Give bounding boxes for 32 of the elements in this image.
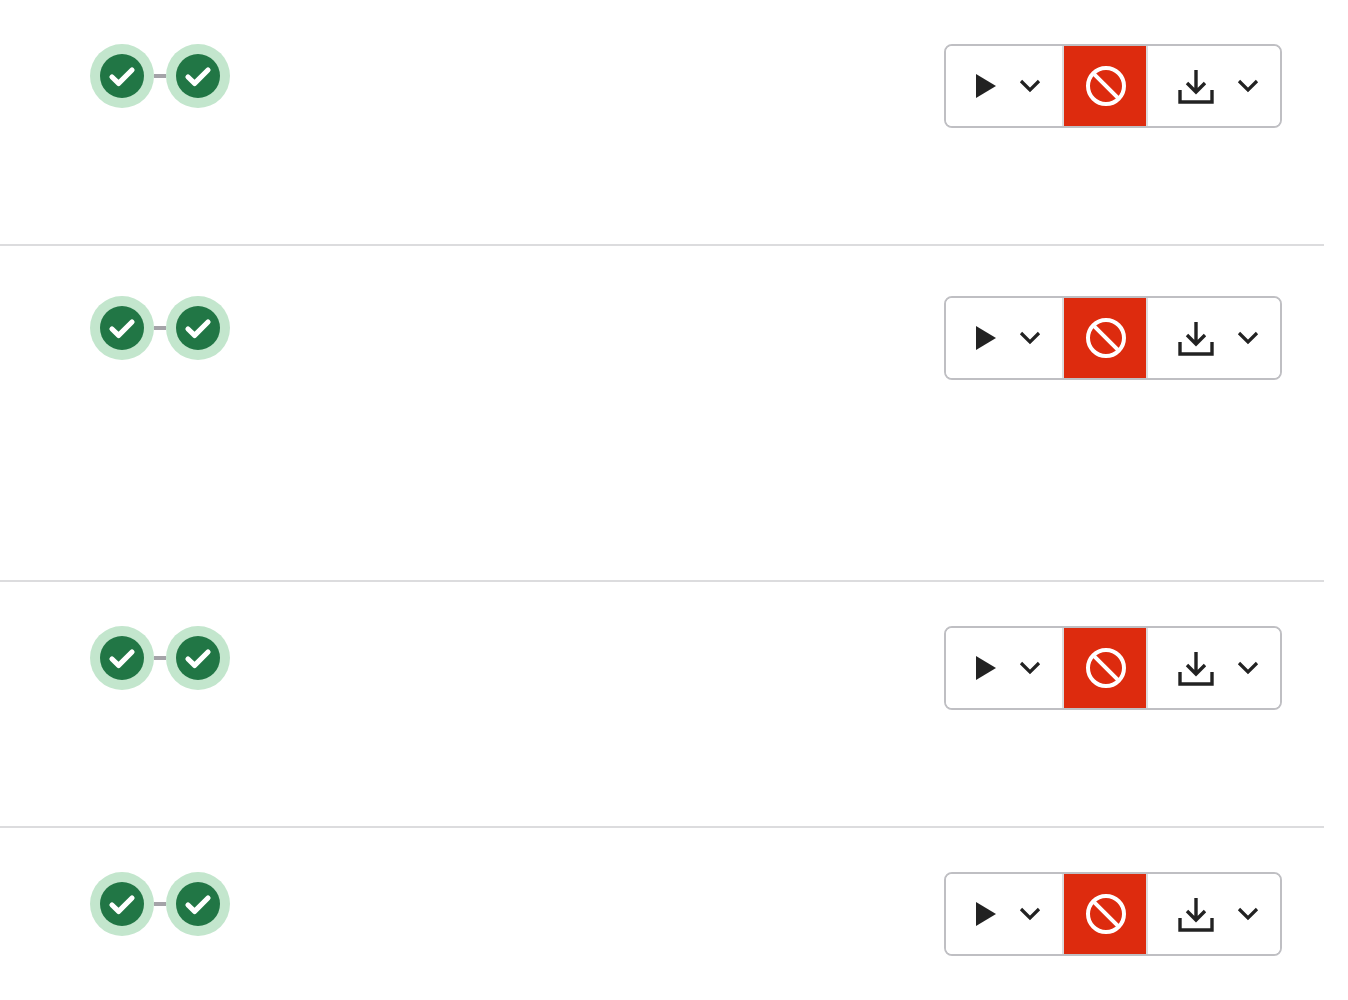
stage-connector (154, 902, 166, 906)
cancel-button[interactable] (1064, 298, 1148, 378)
check-status-icon[interactable] (166, 626, 230, 690)
stage-connector (154, 656, 166, 660)
cancel-button[interactable] (1064, 46, 1148, 126)
cancel-button[interactable] (1064, 628, 1148, 708)
play-icon (974, 324, 998, 352)
cancel-icon (1083, 646, 1127, 690)
play-icon (974, 900, 998, 928)
cancel-icon (1083, 64, 1127, 108)
play-button[interactable] (946, 298, 1064, 378)
cancel-icon (1083, 316, 1127, 360)
check-status-icon[interactable] (166, 872, 230, 936)
stage-connector (154, 74, 166, 78)
check-status-icon[interactable] (90, 626, 154, 690)
download-icon (1176, 648, 1216, 688)
check-status-icon[interactable] (90, 44, 154, 108)
cancel-icon (1083, 892, 1127, 936)
play-icon (974, 72, 998, 100)
play-button[interactable] (946, 46, 1064, 126)
play-button[interactable] (946, 874, 1064, 954)
cancel-button[interactable] (1064, 874, 1148, 954)
play-button[interactable] (946, 628, 1064, 708)
check-status-icon[interactable] (90, 296, 154, 360)
download-icon (1176, 66, 1216, 106)
stage-connector (154, 326, 166, 330)
download-icon (1176, 318, 1216, 358)
check-status-icon[interactable] (166, 44, 230, 108)
check-status-icon[interactable] (166, 296, 230, 360)
play-icon (974, 654, 998, 682)
download-icon (1176, 894, 1216, 934)
check-status-icon[interactable] (90, 872, 154, 936)
